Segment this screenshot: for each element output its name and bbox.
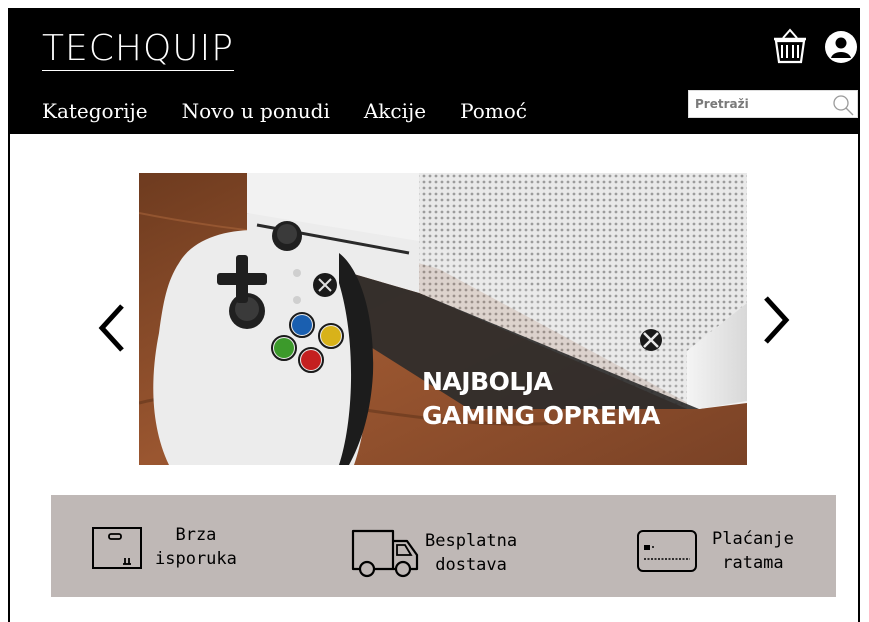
package-box-icon [92,527,142,569]
carousel-next-chevron-right-icon[interactable] [756,290,796,350]
hero-headline-line1: NAJBOLJA [422,367,553,396]
main-nav: Kategorije Novo u ponudi Akcije Pomoć [42,99,561,123]
hero-banner[interactable]: NAJBOLJA GAMING OPREMA [139,173,747,465]
carousel-prev-chevron-left-icon[interactable] [92,298,132,358]
hero-headline: NAJBOLJA GAMING OPREMA [422,365,660,433]
delivery-truck-icon [351,529,419,578]
search-icon[interactable] [831,93,855,117]
credit-card-icon [637,530,697,572]
nav-item-novo-u-ponudi[interactable]: Novo u ponudi [182,99,330,123]
feature-free-shipping: Besplatna dostava [349,527,517,579]
search-box [688,90,858,118]
nav-item-akcije[interactable]: Akcije [364,99,426,123]
nav-item-kategorije[interactable]: Kategorije [42,99,148,123]
nav-item-pomoc[interactable]: Pomoć [460,99,527,123]
feature-fast-delivery-label: Brza isporuka [155,525,237,569]
site-header: TECHQUIP Kategorije Novo u ponudi Akcije… [8,8,860,134]
hero-headline-line2: GAMING OPREMA [422,401,660,430]
logo-underline [42,70,234,71]
feature-fast-delivery: Brza isporuka [91,523,237,571]
search-input[interactable] [689,91,829,117]
feature-installments-label: Plaćanje ratama [712,529,794,573]
feature-installments: Plaćanje ratama [636,527,794,575]
feature-free-shipping-label: Besplatna dostava [425,531,518,575]
user-account-icon[interactable] [824,30,858,64]
site-logo[interactable]: TECHQUIP [42,28,234,69]
basket-icon[interactable] [770,26,810,66]
features-bar: Brza isporuka Besplatna dostava Plaćanje… [51,495,836,597]
